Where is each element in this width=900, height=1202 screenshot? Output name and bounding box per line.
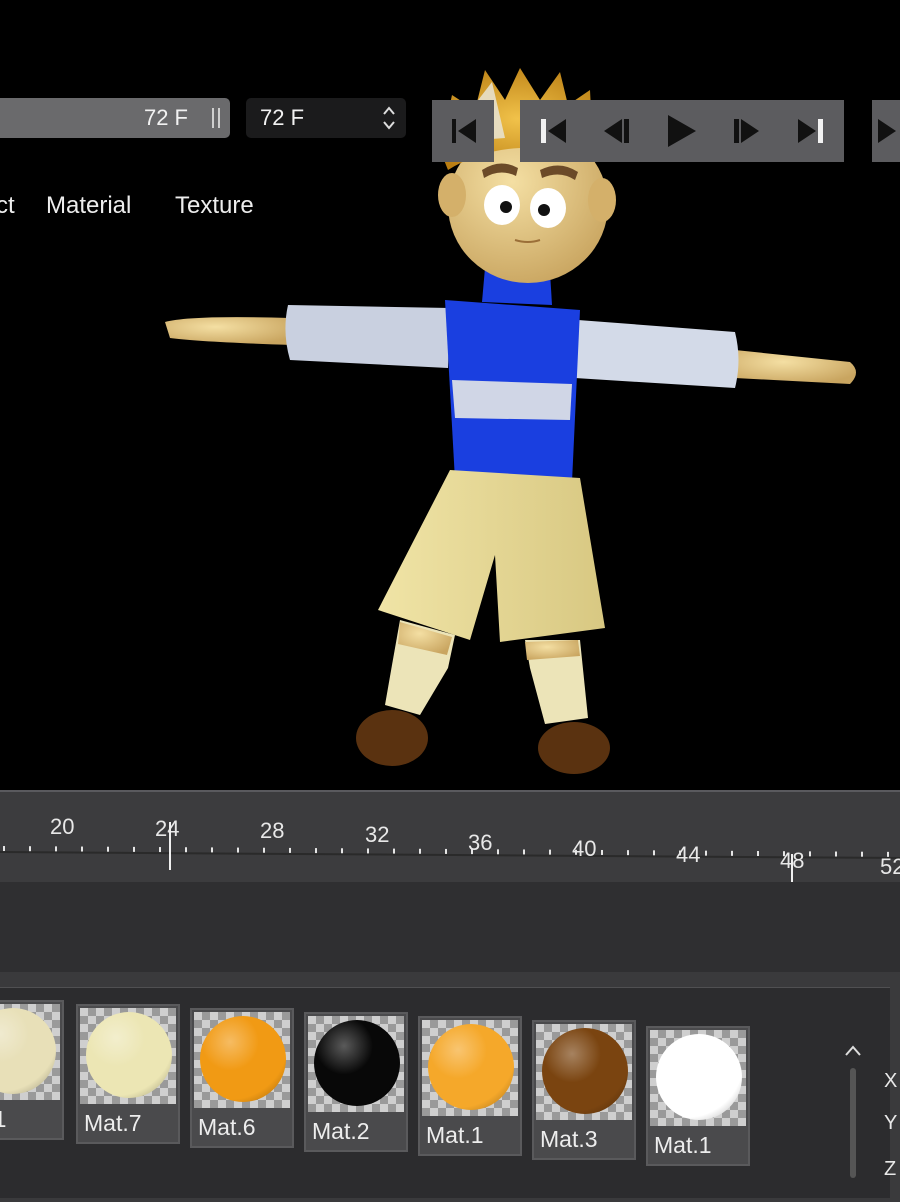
tick-label: 44 (676, 842, 700, 867)
tick-label: 40 (572, 836, 596, 861)
tick-label: 24 (155, 816, 179, 841)
chevron-up-icon[interactable] (842, 1040, 864, 1062)
go-to-start-button[interactable] (432, 100, 494, 162)
first-key-icon (541, 119, 566, 143)
material-name: Mat.6 (198, 1114, 256, 1140)
axis-x-label: X (884, 1070, 898, 1092)
material-preview-checker (0, 1004, 60, 1100)
end-frame-value: 72 F (143, 105, 188, 130)
tab-object[interactable]: ct (0, 192, 15, 220)
end-frame-field[interactable]: 72 F (0, 98, 230, 138)
go-to-first-key-button[interactable] (520, 100, 586, 162)
material-preview-sphere (0, 1008, 56, 1094)
material-tile[interactable]: Mat.2 (304, 1012, 408, 1152)
tab-material[interactable]: Material (46, 192, 131, 220)
material-name: Mat.2 (312, 1118, 370, 1144)
next-frame-button[interactable] (714, 100, 778, 162)
material-tile[interactable]: Mat.1 (646, 1026, 750, 1166)
material-name: at.1 (0, 1106, 6, 1133)
material-preview-sphere (542, 1028, 628, 1114)
material-tile[interactable]: at.1 (0, 1000, 64, 1140)
material-preview-sphere (428, 1024, 514, 1110)
material-name: Mat.1 (654, 1132, 712, 1158)
material-preview-checker (536, 1024, 632, 1120)
record-button[interactable] (872, 100, 900, 162)
tick-label: 28 (260, 818, 284, 843)
material-preview-checker (308, 1016, 404, 1112)
material-preview-sphere (314, 1020, 400, 1106)
material-tile[interactable]: Mat.3 (532, 1020, 636, 1160)
material-tile[interactable]: Mat.6 (190, 1008, 294, 1148)
play-button[interactable] (648, 100, 714, 162)
tick-label: 36 (468, 830, 492, 855)
play-icon-partial (878, 119, 896, 143)
material-scrollbar[interactable] (842, 1040, 864, 1180)
step-back-icon (604, 119, 629, 143)
material-name: Mat.7 (84, 1110, 142, 1136)
tick-label: 52 (880, 854, 900, 879)
material-preview-checker (650, 1030, 746, 1126)
skip-to-end-icon (798, 119, 823, 143)
play-icon (668, 115, 696, 147)
axis-z-label: Z (884, 1158, 897, 1180)
material-preview-checker (422, 1020, 518, 1116)
material-name: Mat.3 (540, 1126, 598, 1152)
current-frame-value: 72 F (260, 105, 305, 130)
drag-grip-icon[interactable] (212, 108, 220, 128)
material-name: Mat.1 (426, 1122, 484, 1148)
transport-bar (0, 882, 900, 972)
previous-frame-button[interactable] (586, 100, 648, 162)
material-preview-sphere (656, 1034, 742, 1120)
timeline-ruler[interactable]: 20 24 28 32 36 40 44 48 52 (0, 792, 900, 882)
material-preview-sphere (200, 1016, 286, 1102)
material-preview-sphere (86, 1012, 172, 1098)
stepper-arrows-icon[interactable] (382, 104, 396, 132)
go-to-end-button[interactable] (778, 100, 844, 162)
material-preview-checker (80, 1008, 176, 1104)
scrollbar-track[interactable] (850, 1068, 856, 1178)
tick-label: 32 (365, 822, 389, 847)
material-tile[interactable]: Mat.1 (418, 1016, 522, 1156)
axis-y-label: Y (884, 1112, 898, 1134)
material-preview-checker (194, 1012, 290, 1108)
material-tile[interactable]: Mat.7 (76, 1004, 180, 1144)
tab-texture[interactable]: Texture (175, 192, 254, 220)
current-frame-field[interactable]: 72 F (246, 98, 406, 138)
skip-to-start-icon (452, 119, 476, 143)
step-forward-icon (734, 119, 759, 143)
tick-label: 20 (50, 814, 74, 839)
